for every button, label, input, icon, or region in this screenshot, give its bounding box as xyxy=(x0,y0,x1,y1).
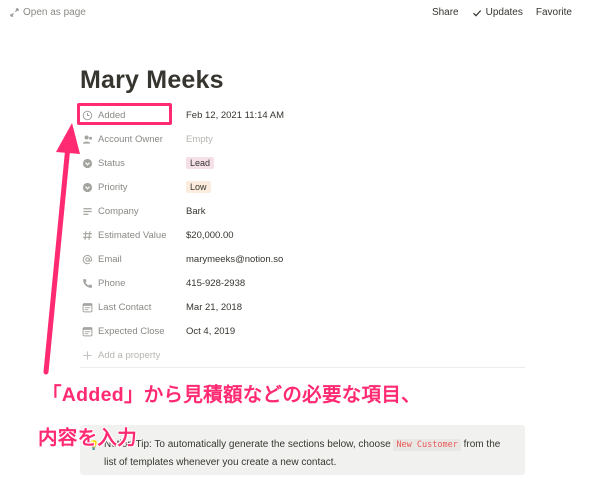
favorite-button[interactable]: Favorite xyxy=(536,7,572,18)
calendar-icon xyxy=(82,326,93,337)
property-name: Expected Close xyxy=(98,325,165,337)
phone-icon xyxy=(82,278,93,289)
plus-icon xyxy=(82,350,93,361)
property-row-email[interactable]: Email marymeeks@notion.so xyxy=(82,247,522,271)
expand-arrows-icon xyxy=(10,8,19,17)
property-name: Estimated Value xyxy=(98,229,167,241)
property-row-company[interactable]: Company Bark xyxy=(82,199,522,223)
property-name: Account Owner xyxy=(98,133,163,145)
property-row-priority[interactable]: Priority Low xyxy=(82,175,522,199)
annotation-text-line-1: 「Added」から見積額などの必要な項目、 xyxy=(42,384,421,406)
add-property-button[interactable]: Add a property xyxy=(82,343,522,367)
property-list: Added Feb 12, 2021 11:14 AM Account Owne… xyxy=(82,103,522,367)
calendar-icon xyxy=(82,302,93,313)
open-as-page-label: Open as page xyxy=(23,7,86,18)
property-name: Email xyxy=(98,253,122,265)
tip-text[interactable]: Notion Tip: To automatically generate th… xyxy=(104,436,514,471)
tip-text-before: Notion Tip: To automatically generate th… xyxy=(104,439,391,450)
property-value[interactable]: 415-928-2938 xyxy=(186,278,245,289)
top-actions: Share Updates Favorite xyxy=(432,7,572,18)
property-value[interactable]: Mar 21, 2018 xyxy=(186,302,242,313)
share-button[interactable]: Share xyxy=(432,7,459,18)
open-as-page-link[interactable]: Open as page xyxy=(10,7,86,18)
property-row-last-contact[interactable]: Last Contact Mar 21, 2018 xyxy=(82,295,522,319)
property-row-status[interactable]: Status Lead xyxy=(82,151,522,175)
hash-icon xyxy=(82,230,93,241)
annotation-highlight-box xyxy=(77,103,172,125)
property-value[interactable]: Empty xyxy=(186,134,213,145)
tip-code: New Customer xyxy=(393,439,461,451)
text-lines-icon xyxy=(82,206,93,217)
property-row-phone[interactable]: Phone 415-928-2938 xyxy=(82,271,522,295)
checkmark-icon xyxy=(472,9,481,17)
priority-tag[interactable]: Low xyxy=(186,181,211,193)
updates-button[interactable]: Updates xyxy=(472,7,523,18)
property-name: Priority xyxy=(98,181,128,193)
property-value[interactable]: marymeeks@notion.so xyxy=(186,254,283,265)
property-name: Last Contact xyxy=(98,301,152,313)
at-icon xyxy=(82,254,93,265)
page-title[interactable]: Mary Meeks xyxy=(80,66,224,95)
property-value[interactable]: Bark xyxy=(186,206,206,217)
property-row-estimated-value[interactable]: Estimated Value $20,000.00 xyxy=(82,223,522,247)
property-name: Company xyxy=(98,205,139,217)
property-name: Phone xyxy=(98,277,126,289)
property-value: Feb 12, 2021 11:14 AM xyxy=(186,109,285,121)
property-row-account-owner[interactable]: Account Owner Empty xyxy=(82,127,522,151)
property-value[interactable]: $20,000.00 xyxy=(186,230,234,241)
select-icon xyxy=(82,158,93,169)
divider xyxy=(80,367,525,368)
person-icon xyxy=(82,134,93,145)
add-property-label: Add a property xyxy=(98,349,161,361)
property-value[interactable]: Oct 4, 2019 xyxy=(186,326,235,337)
select-icon xyxy=(82,182,93,193)
property-row-expected-close[interactable]: Expected Close Oct 4, 2019 xyxy=(82,319,522,343)
property-name: Status xyxy=(98,157,125,169)
updates-label: Updates xyxy=(485,7,523,18)
top-bar: Open as page Share Updates Favorite xyxy=(0,0,600,26)
status-tag[interactable]: Lead xyxy=(186,157,215,169)
annotation-text-line-2: 内容を入力 xyxy=(38,427,138,449)
